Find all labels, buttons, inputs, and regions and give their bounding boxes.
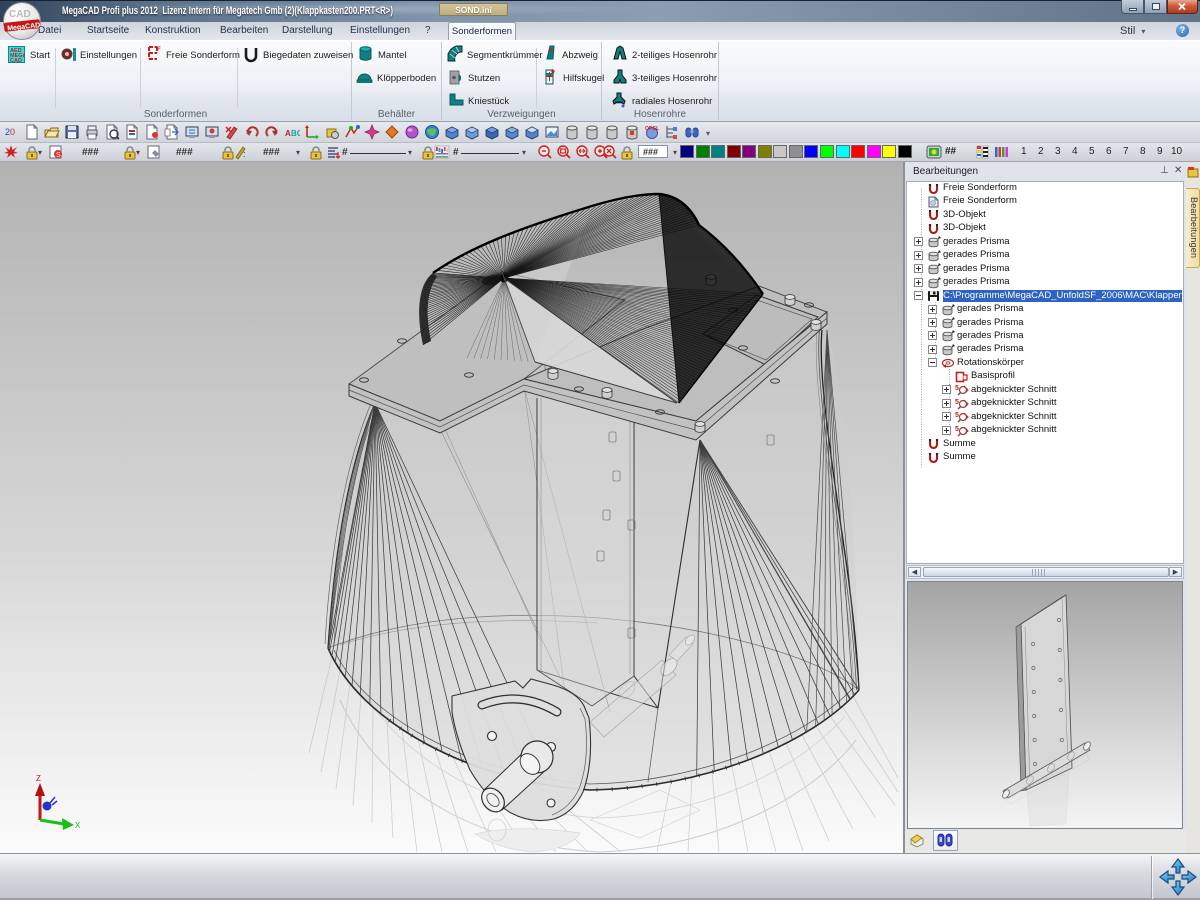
svg-text:OPGL: OPGL — [645, 126, 659, 132]
svg-text:CAD: CAD — [9, 9, 31, 20]
svg-text:Z: Z — [36, 774, 41, 783]
svg-text::: : — [243, 149, 246, 159]
svg-text:5: 5 — [955, 399, 959, 406]
svg-text:S: S — [56, 152, 61, 159]
svg-text:CAD: CAD — [10, 58, 22, 63]
svg-text:20: 20 — [5, 127, 15, 137]
svg-text:F: F — [157, 47, 161, 53]
svg-text:5: 5 — [955, 412, 959, 419]
svg-text:5: 5 — [955, 426, 959, 433]
svg-text:X: X — [75, 821, 81, 830]
svg-text:5: 5 — [955, 385, 959, 392]
svg-text:BC: BC — [291, 129, 300, 138]
